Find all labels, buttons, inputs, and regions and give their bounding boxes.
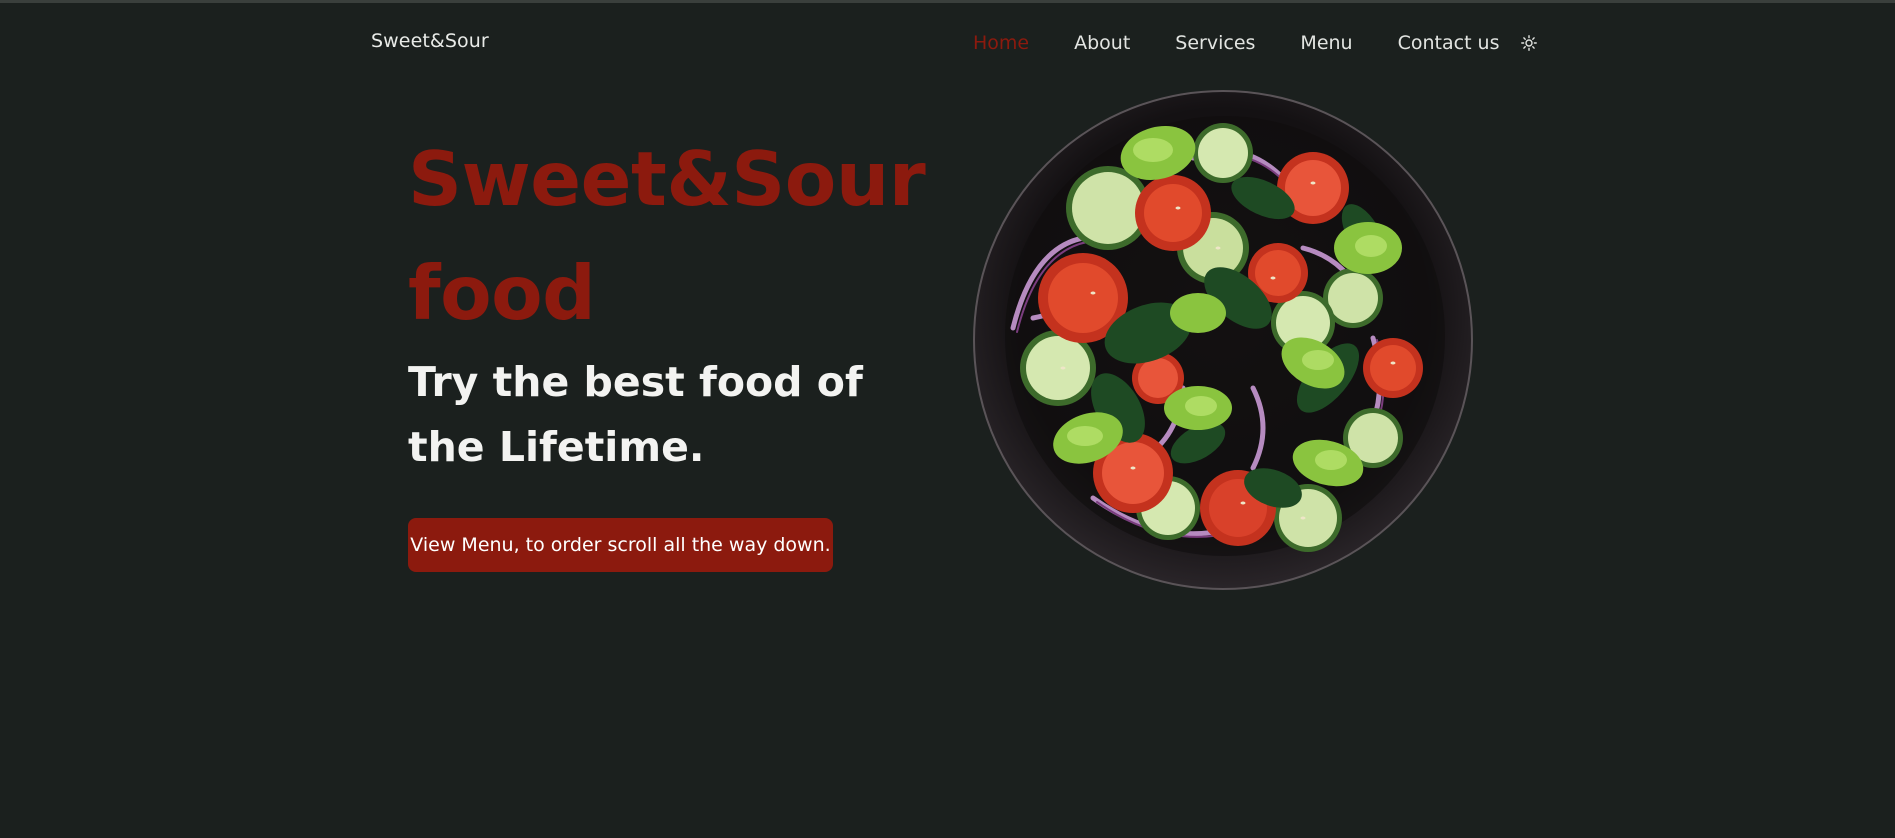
hero-title-line2: food [408, 249, 596, 337]
sun-icon[interactable] [1520, 34, 1538, 52]
salad-bowl-image [973, 88, 1473, 593]
window-top-border [0, 0, 1895, 3]
hero-subtitle-line1: Try the best food of [408, 358, 863, 406]
nav-menu-link[interactable]: Menu [1300, 32, 1352, 54]
nav-home-link[interactable]: Home [973, 32, 1029, 54]
hero-subtitle: Try the best food of the Lifetime. [408, 350, 868, 480]
hero-title: Sweet&Sour food [408, 122, 926, 350]
view-menu-button[interactable]: View Menu, to order scroll all the way d… [408, 518, 833, 572]
nav-about-link[interactable]: About [1074, 32, 1130, 54]
hero-title-line1: Sweet&Sour [408, 135, 926, 223]
hero-subtitle-line2: the Lifetime. [408, 423, 705, 471]
nav-contact-link[interactable]: Contact us [1398, 32, 1500, 54]
brand-logo-text[interactable]: Sweet&Sour [371, 30, 489, 52]
nav-services-link[interactable]: Services [1175, 32, 1255, 54]
main-nav: Home About Services Menu Contact us [973, 30, 1538, 56]
